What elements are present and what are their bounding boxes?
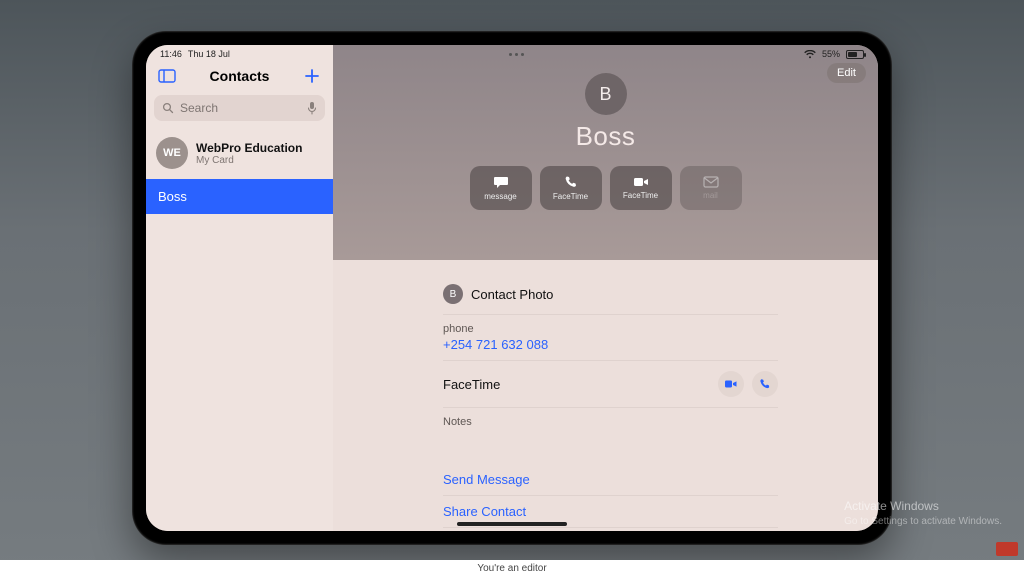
phone-label: phone	[443, 323, 778, 335]
contactphoto-mini: B	[443, 284, 463, 304]
my-card[interactable]: WE WebPro Education My Card	[146, 129, 333, 177]
home-indicator[interactable]	[457, 522, 567, 526]
search-icon	[162, 102, 174, 114]
video-icon	[633, 176, 649, 188]
notes-row[interactable]: Notes	[443, 408, 778, 438]
mycard-sub: My Card	[196, 155, 302, 166]
mic-icon[interactable]	[307, 101, 317, 115]
corner-badge-icon	[996, 542, 1018, 556]
sidebar-toggle-icon[interactable]	[156, 65, 178, 87]
contact-photo-row[interactable]: B Contact Photo	[443, 278, 778, 315]
contact-detail: Edit B Boss message FaceTime	[333, 45, 878, 531]
sidebar-item-boss[interactable]: Boss	[146, 179, 333, 214]
contact-body: B Contact Photo phone +254 721 632 088 F…	[333, 260, 878, 531]
send-message-link[interactable]: Send Message	[443, 464, 778, 496]
message-icon	[493, 175, 509, 189]
footer-bar: You're an editor	[0, 560, 1024, 576]
search-input[interactable]: Search	[154, 95, 325, 121]
contact-avatar: B	[585, 73, 627, 115]
share-location-link[interactable]: Share My Location	[443, 528, 778, 531]
screen: 11:46 Thu 18 Jul 55% Contacts	[146, 45, 878, 531]
phone-icon	[564, 175, 578, 189]
facetime-row: FaceTime	[443, 361, 778, 408]
tablet-frame: 11:46 Thu 18 Jul 55% Contacts	[132, 31, 892, 545]
sidebar-title: Contacts	[178, 68, 301, 84]
message-button[interactable]: message	[470, 166, 532, 210]
mail-icon	[703, 176, 719, 188]
facetime-video-mini-button[interactable]	[718, 371, 744, 397]
sidebar-item-label: Boss	[158, 189, 187, 204]
phone-value: +254 721 632 088	[443, 337, 778, 352]
facetime-audio-mini-button[interactable]	[752, 371, 778, 397]
mycard-avatar: WE	[156, 137, 188, 169]
sidebar: Contacts Search WE WebPro Education	[146, 45, 333, 531]
add-contact-button[interactable]	[301, 65, 323, 87]
search-placeholder: Search	[180, 101, 218, 115]
facetime-video-button[interactable]: FaceTime	[610, 166, 672, 210]
facetime-label: FaceTime	[443, 377, 500, 392]
footer-text: You're an editor	[477, 563, 546, 574]
facetime-audio-button[interactable]: FaceTime	[540, 166, 602, 210]
contact-photo-label: Contact Photo	[471, 287, 553, 302]
phone-row[interactable]: phone +254 721 632 088	[443, 315, 778, 361]
mail-button: mail	[680, 166, 742, 210]
contact-hero: Edit B Boss message FaceTime	[333, 45, 878, 260]
mycard-name: WebPro Education	[196, 141, 302, 155]
notes-label: Notes	[443, 416, 778, 428]
edit-button[interactable]: Edit	[827, 63, 866, 83]
contact-name: Boss	[576, 121, 636, 152]
